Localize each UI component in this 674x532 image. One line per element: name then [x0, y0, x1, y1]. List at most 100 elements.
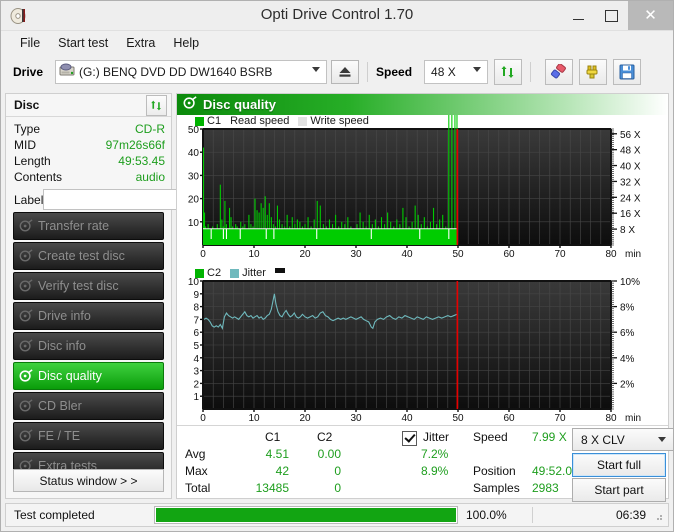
sidebar-item-verify-test-disc[interactable]: Verify test disc [13, 272, 164, 300]
legend-label-c1: C1 [207, 115, 222, 127]
disc-row-key: Type [14, 122, 41, 136]
svg-text:3: 3 [193, 367, 199, 378]
stats-area: C1 C2 Avg Max Total 4.51 42 13485 0.00 0… [177, 425, 674, 502]
status-window-button[interactable]: Status window > > [13, 469, 164, 492]
progress-fill [156, 508, 456, 522]
disc-row-value: 97m26s66f [105, 138, 165, 152]
disc-test-icon [14, 279, 38, 293]
disc-header: Disc [6, 94, 171, 117]
menu-item-file[interactable]: File [11, 33, 49, 53]
save-button[interactable] [613, 58, 642, 85]
disc-row-key: Length [14, 154, 51, 168]
app-window: Opti Drive Control 1.70 ✕ File Start tes… [0, 0, 674, 532]
erase-button[interactable] [545, 58, 574, 85]
disc-refresh-button[interactable] [146, 94, 167, 116]
svg-text:9: 9 [193, 290, 199, 301]
menu-item-help[interactable]: Help [164, 33, 208, 53]
panel-header: Disc quality [177, 94, 668, 115]
sidebar-item-drive-info[interactable]: Drive info [13, 302, 164, 330]
speed-label: Speed [376, 64, 413, 79]
minimize-button[interactable] [562, 1, 595, 30]
legend-swatch-c2 [195, 268, 204, 278]
content-area: Disc Type CD-R MID 97m26s66f Length 49:5… [5, 93, 674, 502]
svg-text:80: 80 [605, 413, 617, 424]
svg-text:10: 10 [248, 249, 260, 260]
svg-text:50: 50 [452, 413, 464, 424]
c2-jitter-chart: C2 Jitter 1 2 3 4 5 6 7 8 9 10 0 10 20 30 40 50 60 70 80 mi… [177, 267, 673, 429]
start-full-button[interactable]: Start full [572, 453, 666, 477]
svg-text:30: 30 [188, 171, 200, 182]
start-part-button[interactable]: Start part [572, 478, 666, 502]
svg-text:2%: 2% [620, 379, 635, 390]
sidebar-item-label: CD Bler [38, 399, 82, 413]
progress-label: 100.0% [466, 508, 507, 522]
speed-select[interactable]: 48 X [424, 59, 489, 84]
close-icon: ✕ [644, 7, 657, 24]
svg-text:20: 20 [299, 413, 311, 424]
title-bar: Opti Drive Control 1.70 ✕ [1, 1, 673, 31]
disc-row-value: 49:53.45 [118, 154, 165, 168]
write-mode-select[interactable]: 8 X CLV [572, 428, 674, 451]
sidebar-item-label: Disc info [38, 339, 86, 353]
stats-header-c1: C1 [265, 430, 281, 444]
refresh-icon [501, 65, 514, 78]
menu-item-extra[interactable]: Extra [117, 33, 164, 53]
legend-swatch-jitter [230, 268, 240, 278]
disc-row-contents: Contents audio [14, 169, 165, 185]
clamp-button[interactable] [579, 58, 608, 85]
chevron-down-icon [658, 437, 666, 442]
close-button[interactable]: ✕ [628, 1, 673, 30]
disc-test-icon [14, 399, 38, 413]
sidebar-item-disc-quality[interactable]: Disc quality [13, 362, 164, 390]
svg-text:8: 8 [193, 303, 199, 314]
progress-bar [154, 506, 458, 524]
stats-header-c2: C2 [317, 430, 333, 444]
disc-row-value: CD-R [135, 122, 165, 136]
position-stat-label: Position [473, 464, 516, 478]
legend-label-c2: C2 [207, 267, 222, 279]
menu-item-start-test[interactable]: Start test [49, 33, 117, 53]
refresh-button[interactable] [494, 58, 523, 85]
disc-label-row: Label [14, 188, 250, 211]
jitter-avg: 7.2% [421, 447, 449, 461]
sidebar-item-label: Create test disc [38, 249, 125, 263]
svg-text:16 X: 16 X [620, 209, 641, 220]
legend-swatch-write-speed [298, 116, 308, 126]
chevron-down-icon [312, 66, 321, 72]
sidebar-item-cd-bler[interactable]: CD Bler [13, 392, 164, 420]
disc-test-icon [14, 339, 38, 353]
disc-row-key: Contents [14, 170, 63, 184]
jitter-max: 8.9% [421, 464, 449, 478]
eject-button[interactable] [331, 59, 360, 84]
sidebar-item-disc-info[interactable]: Disc info [13, 332, 164, 360]
svg-text:6: 6 [193, 328, 199, 339]
jitter-checkbox[interactable] [402, 431, 417, 446]
disc-test-icon [14, 309, 38, 323]
disc-test-icon [183, 96, 197, 113]
svg-text:50: 50 [452, 249, 464, 260]
sidebar-item-fe-te[interactable]: FE / TE [13, 422, 164, 450]
svg-text:60: 60 [503, 249, 515, 260]
svg-text:40: 40 [401, 413, 413, 424]
svg-text:48 X: 48 X [620, 146, 641, 157]
drive-value: (G:) BENQ DVD DD DW1640 BSRB [79, 64, 273, 79]
disc-quality-panel: Disc quality C1 Read speed Write speed 1… [176, 93, 674, 502]
sidebar-item-label: Drive info [38, 309, 91, 323]
svg-text:70: 70 [554, 413, 566, 424]
disc-row-length: Length 49:53.45 [14, 153, 165, 169]
svg-text:20: 20 [299, 249, 311, 260]
svg-text:8%: 8% [620, 303, 635, 314]
stats-c2-total: 0 [334, 481, 341, 495]
drive-select[interactable]: (G:) BENQ DVD DD DW1640 BSRB [55, 59, 328, 84]
disc-header-label: Disc [14, 98, 40, 112]
sidebar-item-create-test-disc[interactable]: Create test disc [13, 242, 164, 270]
maximize-button[interactable] [595, 1, 628, 30]
resize-grip-icon [657, 515, 662, 520]
c1-chart: C1 Read speed Write speed 10 20 30 40 50 0 10 2… [177, 115, 673, 265]
status-text: Test completed [14, 508, 95, 522]
svg-text:80: 80 [605, 249, 617, 260]
svg-text:0: 0 [200, 249, 206, 260]
svg-text:40: 40 [188, 148, 200, 159]
sidebar-item-transfer-rate[interactable]: Transfer rate [13, 212, 164, 240]
svg-text:2: 2 [193, 379, 199, 390]
